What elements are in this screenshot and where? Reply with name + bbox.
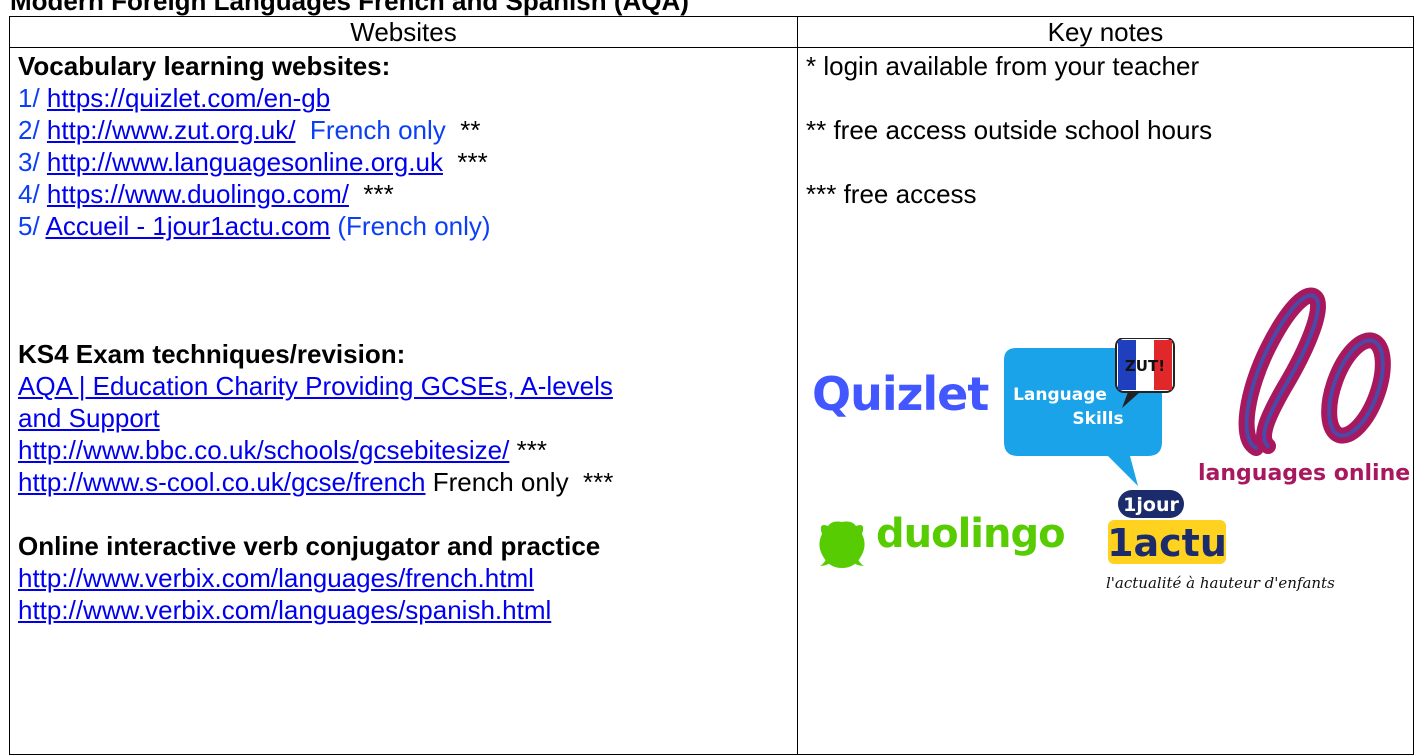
zut-line1: Language	[1013, 385, 1107, 405]
header-key-notes: Key notes	[797, 16, 1414, 48]
key-notes-cell: * login available from your teacher ** f…	[797, 47, 1414, 755]
languages-online-text: languages online	[1198, 461, 1411, 486]
ks4-heading: KS4 Exam techniques/revision:	[18, 339, 406, 369]
vocab-item-5: 5/ Accueil - 1jour1actu.com (French only…	[18, 210, 797, 242]
oneactu-french-only: (French only)	[330, 211, 491, 241]
vocab-num-5: 5/	[18, 211, 46, 241]
resources-table: Websites Key notes Vocabulary learning w…	[9, 16, 1414, 755]
vocab-heading: Vocabulary learning websites:	[18, 51, 391, 81]
note-free-access: *** free access	[806, 179, 977, 209]
vocab-num-4: 4/	[18, 179, 47, 209]
aqa-link-cont[interactable]: and Support	[18, 403, 160, 433]
table-body-row: Vocabulary learning websites: 1/ https:/…	[9, 47, 1414, 755]
vocab-item-1: 1/ https://quizlet.com/en-gb	[18, 82, 797, 114]
page-title: Modern Foreign Languages French and Span…	[10, 0, 689, 16]
scool-link[interactable]: http://www.s-cool.co.uk/gcse/french	[18, 467, 426, 497]
languagesonline-link[interactable]: http://www.languagesonline.org.uk	[47, 147, 443, 177]
note-login: * login available from your teacher	[806, 51, 1200, 81]
verbix-french-link[interactable]: http://www.verbix.com/languages/french.h…	[18, 563, 534, 593]
verbix-spanish-link[interactable]: http://www.verbix.com/languages/spanish.…	[18, 595, 551, 625]
oneactu-link[interactable]: Accueil - 1jour1actu.com	[45, 211, 330, 241]
duolingo-text: duolingo	[876, 511, 1066, 557]
vocab-item-2: 2/ http://www.zut.org.uk/ French only **	[18, 114, 797, 146]
vocab-num-2: 2/	[18, 115, 47, 145]
aqa-link[interactable]: AQA | Education Charity Providing GCSEs,…	[18, 371, 613, 401]
vocab-num-3: 3/	[18, 147, 47, 177]
zut-french-only: French only	[295, 115, 446, 145]
bbc-stars: ***	[509, 435, 547, 465]
oneactu-tagline: l'actualité à hauteur d'enfants	[1106, 574, 1335, 592]
zut-link[interactable]: http://www.zut.org.uk/	[47, 115, 296, 145]
note-free-outside: ** free access outside school hours	[806, 115, 1213, 145]
bbc-link[interactable]: http://www.bbc.co.uk/schools/gcsebitesiz…	[18, 435, 509, 465]
table-header-row: Websites Key notes	[9, 16, 1414, 48]
vocab-num-1: 1/	[18, 83, 47, 113]
quizlet-link[interactable]: https://quizlet.com/en-gb	[47, 83, 330, 113]
bbc-item: http://www.bbc.co.uk/schools/gcsebitesiz…	[18, 434, 797, 466]
vocab-item-4: 4/ https://www.duolingo.com/ ***	[18, 178, 797, 210]
zut-line2: Skills	[1072, 409, 1123, 429]
zut-badge-text: ZUT!	[1125, 357, 1165, 375]
zut-stars: **	[445, 115, 481, 145]
oneactu-logo: 1jour 1actu l'actualité à hauteur d'enfa…	[1106, 490, 1335, 592]
quizlet-logo: Quizlet	[812, 367, 989, 421]
verb-heading: Online interactive verb conjugator and p…	[18, 531, 601, 561]
aqa-link-block: AQA | Education Charity Providing GCSEs,…	[18, 370, 797, 434]
oneactu-main-text: 1actu	[1107, 521, 1227, 565]
duolingo-link[interactable]: https://www.duolingo.com/	[47, 179, 349, 209]
header-websites: Websites	[9, 16, 798, 48]
languages-online-logo	[1238, 287, 1391, 456]
oneactu-top-text: 1jour	[1123, 494, 1179, 516]
zut-language-skills-logo: ZUT! Language Skills	[1004, 338, 1175, 486]
languagesonline-stars: ***	[442, 147, 488, 177]
duolingo-stars: ***	[348, 179, 394, 209]
scool-suffix: French only ***	[425, 467, 614, 497]
duolingo-owl-icon	[819, 521, 865, 568]
websites-cell: Vocabulary learning websites: 1/ https:/…	[9, 47, 798, 755]
scool-item: http://www.s-cool.co.uk/gcse/french Fren…	[18, 466, 797, 498]
vocab-item-3: 3/ http://www.languagesonline.org.uk ***	[18, 146, 797, 178]
